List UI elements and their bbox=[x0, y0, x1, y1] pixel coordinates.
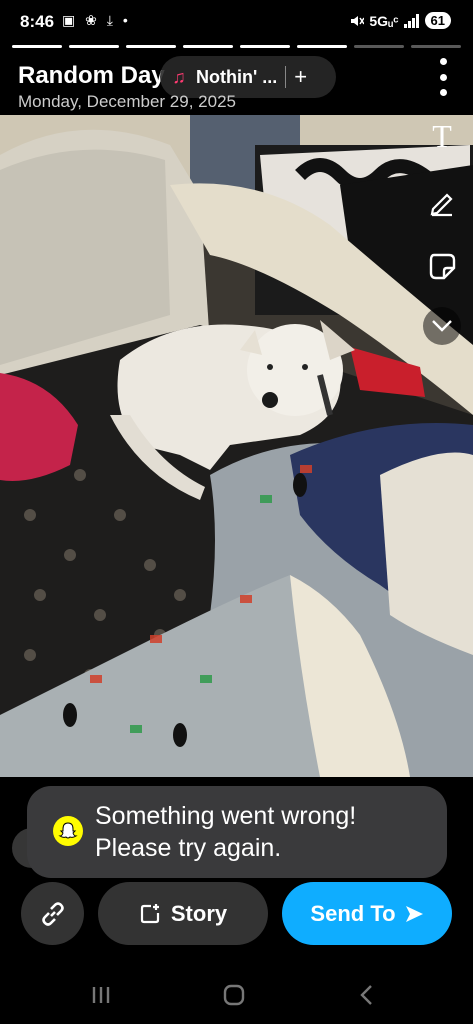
photo-content bbox=[0, 115, 473, 777]
signal-icon bbox=[403, 13, 419, 28]
progress-segment bbox=[183, 45, 233, 48]
mute-icon bbox=[351, 15, 365, 26]
sticker-icon[interactable] bbox=[421, 245, 463, 287]
music-note-icon: ♫ bbox=[172, 66, 186, 87]
progress-segment bbox=[240, 45, 290, 48]
link-button[interactable] bbox=[21, 882, 84, 945]
send-arrow-icon bbox=[405, 905, 423, 922]
back-icon[interactable] bbox=[347, 980, 387, 1010]
progress-segment bbox=[297, 45, 347, 48]
toast-line-2: Please try again. bbox=[95, 834, 282, 862]
notification-icons: ▣ ❀ ⤓ • bbox=[62, 12, 131, 28]
progress-segment bbox=[411, 45, 461, 48]
home-icon[interactable] bbox=[214, 980, 254, 1010]
story-date: Monday, December 29, 2025 bbox=[18, 92, 236, 111]
status-bar: 8:46 ▣ ❀ ⤓ • 5Gᵤᶜ 61 bbox=[0, 0, 473, 44]
progress-segment bbox=[69, 45, 119, 48]
battery-level: 61 bbox=[424, 12, 451, 29]
more-options-icon[interactable] bbox=[433, 58, 453, 96]
plus-icon[interactable]: + bbox=[294, 64, 307, 90]
send-to-label: Send To bbox=[310, 900, 396, 926]
send-to-button[interactable]: Send To bbox=[282, 882, 452, 945]
pencil-icon[interactable] bbox=[421, 181, 463, 223]
story-progress bbox=[12, 45, 461, 48]
toast-line-1: Something went wrong! bbox=[95, 802, 357, 830]
story-button[interactable]: Story bbox=[98, 882, 268, 945]
bottom-actions: Story Send To bbox=[0, 882, 473, 946]
chevron-down-icon[interactable] bbox=[423, 307, 461, 345]
status-right: 5Gᵤᶜ 61 bbox=[350, 12, 451, 29]
story-header: Random Day ♫ Nothin' ... + Monday, Decem… bbox=[0, 54, 473, 116]
system-nav-bar bbox=[0, 968, 473, 1024]
add-story-icon bbox=[140, 903, 159, 923]
progress-segment bbox=[126, 45, 176, 48]
chip-divider bbox=[285, 66, 287, 88]
snapchat-ghost-icon bbox=[53, 816, 83, 846]
progress-segment bbox=[12, 45, 62, 48]
recent-apps-icon[interactable] bbox=[81, 980, 121, 1010]
toast-message: Something went wrong! Please try again. bbox=[95, 800, 356, 864]
error-toast: Something went wrong! Please try again. bbox=[27, 786, 447, 878]
text-tool-icon[interactable]: T bbox=[421, 115, 463, 157]
story-label: Story bbox=[170, 900, 228, 926]
link-icon bbox=[41, 901, 64, 926]
song-title: Nothin' ... bbox=[196, 66, 278, 87]
progress-segment bbox=[354, 45, 404, 48]
network-label: 5Gᵤᶜ bbox=[369, 12, 399, 29]
status-time: 8:46 bbox=[20, 12, 55, 31]
story-title[interactable]: Random Day bbox=[18, 62, 165, 90]
story-photo[interactable] bbox=[0, 115, 473, 777]
